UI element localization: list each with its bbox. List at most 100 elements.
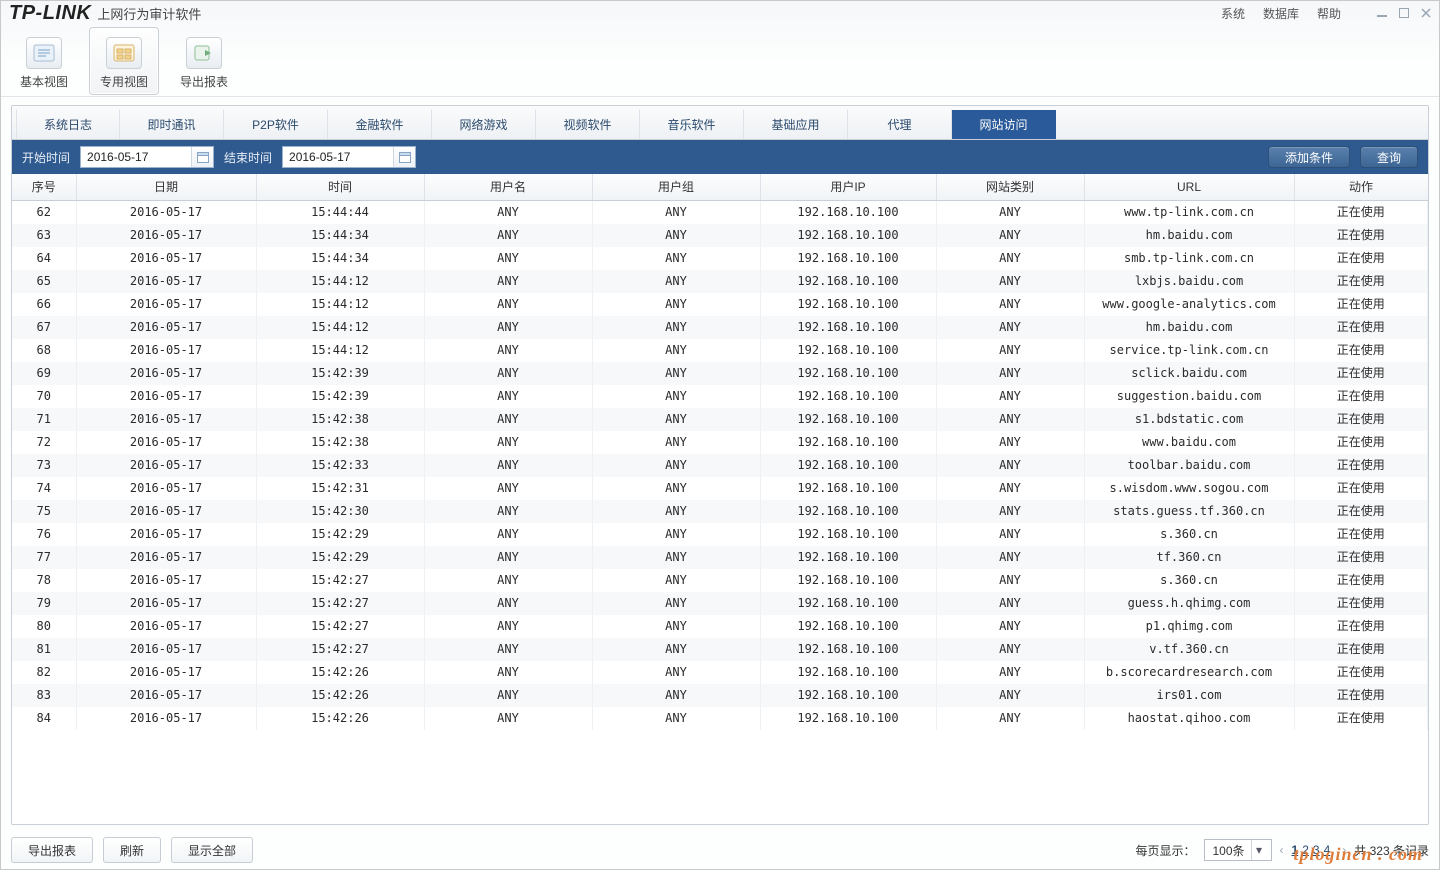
close-icon[interactable] [1421,8,1431,18]
start-date-field[interactable] [81,147,191,167]
refresh-button[interactable]: 刷新 [103,837,161,863]
tab-9[interactable]: 网站访问 [952,110,1056,139]
cell-group: ANY [592,638,760,661]
tool-basic-view[interactable]: 基本视图 [9,27,79,95]
tool-special-view[interactable]: 专用视图 [89,27,159,95]
table-row[interactable]: 712016-05-1715:42:38ANYANY192.168.10.100… [12,408,1428,431]
cell-cat: ANY [936,523,1084,546]
col-header-6[interactable]: 网站类别 [936,174,1084,200]
cell-cat: ANY [936,707,1084,730]
tab-3[interactable]: 金融软件 [328,110,432,139]
col-header-0[interactable]: 序号 [12,174,76,200]
cell-time: 15:42:27 [256,638,424,661]
menu-database[interactable]: 数据库 [1263,5,1299,22]
cell-date: 2016-05-17 [76,408,256,431]
cell-date: 2016-05-17 [76,431,256,454]
table-row[interactable]: 762016-05-1715:42:29ANYANY192.168.10.100… [12,523,1428,546]
cell-idx: 80 [12,615,76,638]
export-button[interactable]: 导出报表 [11,837,93,863]
table-row[interactable]: 622016-05-1715:44:44ANYANY192.168.10.100… [12,200,1428,224]
table-row[interactable]: 632016-05-1715:44:34ANYANY192.168.10.100… [12,224,1428,247]
tab-6[interactable]: 音乐软件 [640,110,744,139]
col-header-1[interactable]: 日期 [76,174,256,200]
cell-ip: 192.168.10.100 [760,385,936,408]
table-row[interactable]: 812016-05-1715:42:27ANYANY192.168.10.100… [12,638,1428,661]
tool-basic-view-label: 基本视图 [20,73,68,90]
start-date-input[interactable] [80,146,214,168]
table-row[interactable]: 722016-05-1715:42:38ANYANY192.168.10.100… [12,431,1428,454]
cell-act: 正在使用 [1294,431,1428,454]
tab-2[interactable]: P2P软件 [224,110,328,139]
table-row[interactable]: 742016-05-1715:42:31ANYANY192.168.10.100… [12,477,1428,500]
table-row[interactable]: 662016-05-1715:44:12ANYANY192.168.10.100… [12,293,1428,316]
tab-1[interactable]: 即时通讯 [120,110,224,139]
cell-ip: 192.168.10.100 [760,316,936,339]
table-row[interactable]: 682016-05-1715:44:12ANYANY192.168.10.100… [12,339,1428,362]
cell-group: ANY [592,546,760,569]
table-row[interactable]: 792016-05-1715:42:27ANYANY192.168.10.100… [12,592,1428,615]
tool-export-report[interactable]: 导出报表 [169,27,239,95]
cell-act: 正在使用 [1294,454,1428,477]
calendar-icon[interactable] [393,147,415,167]
table-row[interactable]: 652016-05-1715:44:12ANYANY192.168.10.100… [12,270,1428,293]
tab-4[interactable]: 网络游戏 [432,110,536,139]
table-row[interactable]: 702016-05-1715:42:39ANYANY192.168.10.100… [12,385,1428,408]
table-row[interactable]: 782016-05-1715:42:27ANYANY192.168.10.100… [12,569,1428,592]
table-row[interactable]: 822016-05-1715:42:26ANYANY192.168.10.100… [12,661,1428,684]
table-row[interactable]: 672016-05-1715:44:12ANYANY192.168.10.100… [12,316,1428,339]
cell-time: 15:44:44 [256,200,424,224]
cell-idx: 70 [12,385,76,408]
pagesize-label: 每页显示： [1135,842,1195,859]
minimize-icon[interactable] [1377,8,1387,18]
table-row[interactable]: 732016-05-1715:42:33ANYANY192.168.10.100… [12,454,1428,477]
cell-act: 正在使用 [1294,293,1428,316]
cell-user: ANY [424,707,592,730]
table-row[interactable]: 802016-05-1715:42:27ANYANY192.168.10.100… [12,615,1428,638]
col-header-5[interactable]: 用户IP [760,174,936,200]
cell-idx: 79 [12,592,76,615]
cell-time: 15:42:33 [256,454,424,477]
end-date-input[interactable] [282,146,416,168]
menu-system[interactable]: 系统 [1221,5,1245,22]
main-panel: 系统日志即时通讯P2P软件金融软件网络游戏视频软件音乐软件基础应用代理网站访问 … [11,105,1429,825]
pagesize-select[interactable]: 100条 ▾ [1204,839,1272,861]
cell-ip: 192.168.10.100 [760,546,936,569]
table-row[interactable]: 642016-05-1715:44:34ANYANY192.168.10.100… [12,247,1428,270]
end-date-field[interactable] [283,147,393,167]
tab-5[interactable]: 视频软件 [536,110,640,139]
page-prev[interactable]: ‹ [1280,843,1284,857]
cell-group: ANY [592,661,760,684]
show-all-button[interactable]: 显示全部 [171,837,253,863]
table-row[interactable]: 772016-05-1715:42:29ANYANY192.168.10.100… [12,546,1428,569]
cell-url: b.scorecardresearch.com [1084,661,1294,684]
tab-0[interactable]: 系统日志 [16,110,120,139]
cell-date: 2016-05-17 [76,454,256,477]
col-header-7[interactable]: URL [1084,174,1294,200]
cell-cat: ANY [936,431,1084,454]
table-row[interactable]: 752016-05-1715:42:30ANYANY192.168.10.100… [12,500,1428,523]
col-header-2[interactable]: 时间 [256,174,424,200]
col-header-8[interactable]: 动作 [1294,174,1428,200]
cell-url: p1.qhimg.com [1084,615,1294,638]
cell-user: ANY [424,200,592,224]
tab-8[interactable]: 代理 [848,110,952,139]
cell-time: 15:44:12 [256,270,424,293]
col-header-4[interactable]: 用户组 [592,174,760,200]
cell-user: ANY [424,477,592,500]
tab-7[interactable]: 基础应用 [744,110,848,139]
maximize-icon[interactable] [1399,8,1409,18]
col-header-3[interactable]: 用户名 [424,174,592,200]
cell-date: 2016-05-17 [76,661,256,684]
menu-help[interactable]: 帮助 [1317,5,1341,22]
table-row[interactable]: 842016-05-1715:42:26ANYANY192.168.10.100… [12,707,1428,730]
add-condition-button[interactable]: 添加条件 [1268,146,1350,168]
cell-group: ANY [592,592,760,615]
cell-date: 2016-05-17 [76,592,256,615]
watermark: tplogincn . com [1293,845,1423,863]
table-row[interactable]: 692016-05-1715:42:39ANYANY192.168.10.100… [12,362,1428,385]
table-row[interactable]: 832016-05-1715:42:26ANYANY192.168.10.100… [12,684,1428,707]
cell-ip: 192.168.10.100 [760,523,936,546]
query-button[interactable]: 查询 [1360,146,1418,168]
calendar-icon[interactable] [191,147,213,167]
cell-user: ANY [424,638,592,661]
